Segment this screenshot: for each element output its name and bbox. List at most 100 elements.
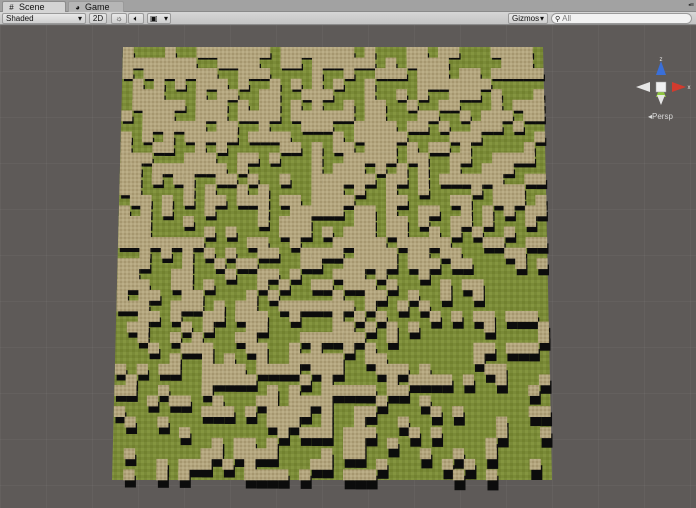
terrain-block [183, 184, 195, 196]
terrain-block [482, 216, 494, 227]
terrain-block [461, 258, 473, 270]
terrain-block [396, 89, 407, 101]
terrain-block [418, 205, 430, 217]
projection-label[interactable]: ◂Persp [648, 112, 673, 121]
terrain-block [171, 237, 183, 248]
terrain-block [257, 279, 269, 291]
terrain-block [470, 131, 482, 143]
terrain-block [269, 78, 281, 90]
scene-viewport[interactable]: z x ◂Persp [0, 25, 696, 508]
terrain-block [333, 57, 344, 69]
mode-2d-button[interactable]: 2D [89, 13, 107, 24]
terrain-block [322, 194, 333, 206]
terrain-block [523, 99, 534, 111]
terrain-block [354, 385, 366, 396]
terrain-block [255, 395, 268, 407]
terrain-block [259, 68, 271, 79]
terrain-block [247, 194, 259, 206]
terrain-block [257, 216, 269, 227]
terrain-block [185, 57, 197, 69]
terrain-block [417, 110, 429, 122]
terrain-block [440, 279, 452, 291]
terrain-block [491, 89, 502, 101]
terrain-block [471, 226, 483, 238]
terrain-block [439, 173, 451, 185]
terrain-block [175, 57, 187, 69]
search-input[interactable] [562, 14, 683, 23]
terrain-block [118, 226, 130, 238]
mode-2d-label: 2D [92, 14, 104, 23]
terrain-block [375, 237, 387, 248]
shading-mode-label: Shaded [6, 14, 34, 23]
terrain-block [266, 406, 278, 417]
terrain-block [364, 226, 376, 238]
terrain-block [300, 258, 312, 270]
window-menu-icon[interactable]: ▪≡ [688, 2, 693, 9]
terrain-block [222, 458, 234, 470]
terrain-block [206, 110, 217, 122]
terrain-block [196, 47, 208, 58]
terrain-block [385, 57, 397, 69]
terrain-block [322, 47, 334, 58]
terrain-block [408, 374, 420, 386]
terrain-block [310, 300, 322, 312]
terrain-block [490, 47, 502, 58]
terrain-block [130, 152, 142, 164]
terrain-block [310, 427, 322, 439]
audio-toggle[interactable]: 🔈︎ [128, 13, 144, 24]
terrain-block [528, 385, 540, 396]
effects-dropdown[interactable]: ▣ ▾ [147, 13, 171, 24]
terrain-block [364, 289, 376, 301]
shading-mode-dropdown[interactable]: Shaded ▾ [2, 13, 86, 24]
terrain-block [407, 258, 419, 270]
terrain-block [179, 427, 191, 439]
terrain-block [123, 448, 136, 460]
terrain-block [154, 57, 166, 69]
gizmos-dropdown[interactable]: Gizmos ▾ [508, 13, 548, 24]
terrain-block [138, 289, 150, 301]
terrain-block [227, 57, 239, 69]
terrain-block [473, 353, 485, 365]
terrain-block [289, 300, 301, 312]
terrain-block [472, 311, 484, 322]
terrain-block [438, 120, 450, 132]
terrain-block [438, 68, 449, 79]
terrain-block [332, 163, 344, 175]
terrain-block [364, 321, 376, 333]
terrain-block [332, 289, 344, 301]
terrain-block [481, 120, 492, 132]
terrain-block [490, 68, 502, 79]
terrain-block [332, 184, 344, 196]
terrain-block [244, 469, 256, 481]
scene-search-field[interactable]: ⚲ [551, 13, 692, 24]
tab-scene[interactable]: # Scene [2, 1, 66, 12]
terrain-block [430, 374, 442, 386]
terrain-block [161, 237, 172, 248]
tab-scene-label: Scene [19, 2, 45, 12]
terrain-block [484, 342, 496, 354]
voxel-terrain [112, 47, 553, 491]
terrain-block [459, 78, 471, 90]
terrain-block [129, 216, 141, 227]
terrain-block [343, 385, 355, 396]
terrain-block [364, 342, 376, 354]
terrain-block [332, 142, 344, 153]
terrain-block [406, 120, 418, 132]
terrain-block [300, 226, 312, 238]
terrain-block [354, 469, 366, 481]
terrain-block [203, 279, 215, 291]
terrain-block [354, 173, 365, 185]
terrain-block [522, 68, 534, 79]
tab-game[interactable]: ◕ Game [68, 1, 124, 12]
terrain-block [279, 194, 291, 206]
terrain-block [406, 99, 418, 111]
terrain-block [321, 427, 333, 439]
terrain-block [491, 110, 503, 122]
terrain-block [332, 321, 344, 333]
terrain-block [343, 110, 355, 122]
terrain-block [291, 47, 302, 58]
lighting-toggle[interactable]: ☼ [111, 13, 127, 24]
terrain-block [205, 163, 216, 175]
terrain-block [225, 247, 237, 259]
terrain-block [174, 99, 186, 111]
